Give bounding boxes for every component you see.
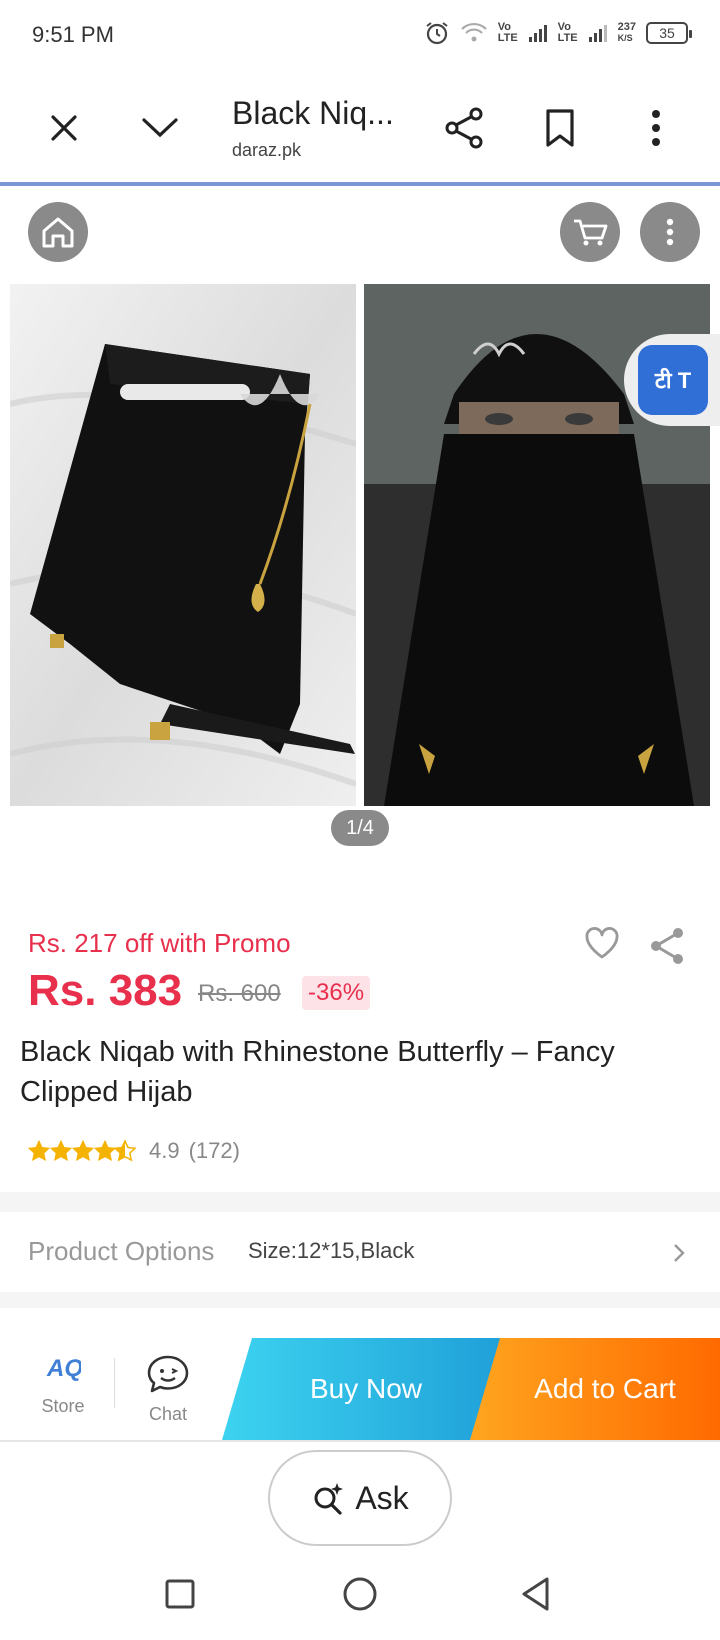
- ask-label: Ask: [355, 1479, 409, 1516]
- chat-icon: [147, 1355, 189, 1393]
- product-share-button[interactable]: [648, 926, 686, 966]
- translate-button[interactable]: टी T: [638, 345, 708, 415]
- more-vert-icon: [666, 218, 674, 246]
- store-logo-icon: AQ: [46, 1355, 81, 1382]
- back-button[interactable]: [520, 1576, 552, 1612]
- store-label: Store: [41, 1396, 85, 1416]
- translate-icon: टी T: [654, 368, 692, 393]
- battery-icon: 35: [646, 22, 692, 44]
- status-icons: Vo LTE Vo LTE 237 K/S 35: [424, 20, 692, 46]
- wifi-icon: [460, 21, 488, 45]
- product-options-label: Product Options: [28, 1236, 215, 1266]
- progress-line: [0, 182, 720, 186]
- current-price: Rs. 383: [28, 966, 183, 1015]
- home-nav-button[interactable]: [342, 1576, 378, 1612]
- product-image-1[interactable]: [10, 284, 356, 806]
- status-bar: 9:51 PM Vo LTE Vo LTE 237 K/S 35: [0, 0, 720, 70]
- signal-icon: [528, 23, 548, 43]
- network-speed: 237 K/S: [617, 21, 636, 44]
- share-icon: [651, 928, 683, 964]
- add-to-cart-button[interactable]: Add to Cart: [470, 1338, 720, 1440]
- rating-value: 4.9: [149, 1138, 180, 1163]
- back-triangle-icon: [522, 1577, 549, 1611]
- rating-row[interactable]: 4.9 (172): [28, 1138, 240, 1164]
- original-price: Rs. 600: [198, 980, 281, 1007]
- page-more-button[interactable]: [640, 202, 700, 262]
- share-icon: [445, 107, 483, 149]
- bookmark-button[interactable]: [532, 100, 588, 156]
- ask-button[interactable]: Ask: [268, 1450, 452, 1546]
- home-button[interactable]: [28, 202, 88, 262]
- ai-search-icon: [314, 1483, 344, 1515]
- divider: [0, 1292, 720, 1308]
- product-title: Black Niqab with Rhinestone Butterfly – …: [20, 1036, 615, 1108]
- page-url[interactable]: daraz.pk: [232, 140, 301, 161]
- heart-icon: [585, 927, 619, 959]
- collapse-button[interactable]: [132, 100, 188, 156]
- star-rating-icon: [28, 1140, 136, 1162]
- cart-icon: [574, 219, 608, 246]
- more-options-button[interactable]: [628, 100, 684, 156]
- alarm-icon: [424, 20, 450, 46]
- product-options-value: Size:12*15,Black: [248, 1238, 415, 1263]
- more-vert-icon: [652, 110, 660, 146]
- network-1: Vo LTE: [497, 21, 518, 44]
- review-count: (172): [188, 1138, 240, 1163]
- chevron-right-icon: [672, 1242, 686, 1264]
- cart-button[interactable]: [560, 202, 620, 262]
- share-button[interactable]: [436, 100, 492, 156]
- wishlist-button[interactable]: [584, 926, 620, 960]
- home-icon: [42, 217, 74, 248]
- square-icon: [165, 1579, 195, 1609]
- circle-icon: [343, 1577, 377, 1611]
- chevron-down-icon: [142, 118, 178, 138]
- chat-label: Chat: [148, 1404, 188, 1424]
- chat-button[interactable]: Chat: [136, 1354, 200, 1425]
- promo-text: Rs. 217 off with Promo: [28, 928, 291, 958]
- network-2: Vo LTE: [557, 21, 578, 44]
- divider: [0, 1440, 720, 1442]
- divider: [114, 1358, 115, 1408]
- discount-badge: -36%: [302, 976, 371, 1010]
- close-icon: [51, 115, 77, 141]
- divider: [0, 1192, 720, 1212]
- signal-icon: [588, 23, 608, 43]
- image-pager: 1/4: [331, 810, 389, 846]
- store-button[interactable]: AQ Store: [30, 1352, 96, 1417]
- buy-now-button[interactable]: Buy Now: [222, 1338, 510, 1440]
- bookmark-icon: [546, 109, 574, 147]
- svg-text:AQ: AQ: [46, 1355, 81, 1382]
- status-time: 9:51 PM: [32, 22, 114, 47]
- page-title[interactable]: Black Niq...: [232, 95, 394, 132]
- close-button[interactable]: [36, 100, 92, 156]
- recents-button[interactable]: [164, 1578, 196, 1610]
